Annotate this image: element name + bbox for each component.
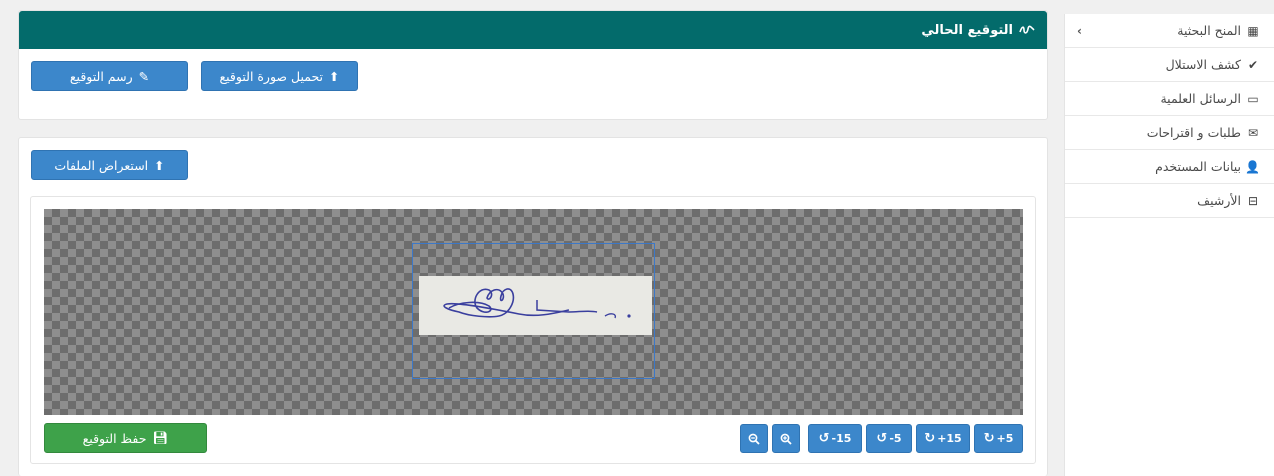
rotate-left-5-button[interactable]: ↺ -5 xyxy=(866,424,912,453)
crop-selection-box[interactable] xyxy=(412,243,655,379)
signature-icon xyxy=(1019,25,1035,34)
button-label: -15 xyxy=(831,432,852,445)
panel-header: التوقيع الحالي xyxy=(19,11,1047,49)
user-cog-icon: 👤 xyxy=(1245,159,1260,174)
draw-signature-button[interactable]: ✎ رسم التوقيع xyxy=(31,61,188,91)
rotate-right-icon: ↻ xyxy=(924,431,936,446)
button-label: رسم التوقيع xyxy=(69,68,133,84)
button-label: تحميل صورة التوقيع xyxy=(219,68,324,84)
book-icon: ▭ xyxy=(1247,91,1259,106)
button-label: +15 xyxy=(937,432,962,445)
rotate-left-15-button[interactable]: ↺ -15 xyxy=(808,424,862,453)
upload-signature-button[interactable]: ⬆ تحميل صورة التوقيع xyxy=(201,61,358,91)
rotate-right-icon: ↻ xyxy=(983,431,995,446)
save-icon: 💾︎ xyxy=(152,430,169,445)
rotate-right-5-button[interactable]: ↻ +5 xyxy=(974,424,1023,453)
sidebar-item-research-grants[interactable]: ‹ ▦ المنح البحثية xyxy=(1065,14,1274,48)
envelope-icon: ✉ xyxy=(1247,125,1259,140)
sidebar-item-theses[interactable]: ▭ الرسائل العلمية xyxy=(1065,82,1274,116)
sidebar-item-label: الرسائل العلمية xyxy=(1160,91,1241,106)
sidebar-item-user-data[interactable]: 👤 بيانات المستخدم xyxy=(1065,150,1274,184)
button-label: استعراض الملفات xyxy=(54,157,149,173)
rotate-left-icon: ↺ xyxy=(876,431,888,446)
grid-icon: ▦ xyxy=(1247,23,1259,38)
sidebar: ‹ ▦ المنح البحثية ✔ كشف الاستلال ▭ الرسائل … xyxy=(1064,14,1274,476)
sidebar-item-label: طلبات و اقتراحات xyxy=(1146,125,1241,140)
zoom-out-icon xyxy=(748,433,760,445)
archive-icon: ⊟ xyxy=(1247,193,1259,208)
paint-brush-icon: ✎ xyxy=(138,68,150,84)
button-label: +5 xyxy=(996,432,1014,445)
sidebar-item-plagiarism[interactable]: ✔ كشف الاستلال xyxy=(1065,48,1274,82)
upload-icon: ⬆ xyxy=(154,157,165,173)
rotate-right-15-button[interactable]: ↻ +15 xyxy=(916,424,970,453)
save-signature-button[interactable]: 💾︎ حفظ التوقيع xyxy=(44,423,207,453)
panel-title: التوقيع الحالي xyxy=(921,22,1013,38)
check-double-icon: ✔ xyxy=(1247,57,1259,72)
chevron-left-icon[interactable]: ‹ xyxy=(1077,24,1082,38)
zoom-in-icon xyxy=(780,433,792,445)
sidebar-item-label: كشف الاستلال xyxy=(1165,57,1241,72)
rotate-left-icon: ↺ xyxy=(818,431,830,446)
sidebar-item-label: بيانات المستخدم xyxy=(1155,159,1241,174)
zoom-out-button[interactable] xyxy=(740,424,768,453)
sidebar-item-requests[interactable]: ✉ طلبات و اقتراحات xyxy=(1065,116,1274,150)
sidebar-item-archive[interactable]: ⊟ الأرشيف xyxy=(1065,184,1274,218)
upload-icon: ⬆ xyxy=(329,68,340,84)
button-label: حفظ التوقيع xyxy=(82,430,147,446)
sidebar-item-label: المنح البحثية xyxy=(1177,23,1241,38)
zoom-in-button[interactable] xyxy=(772,424,800,453)
button-label: -5 xyxy=(889,432,902,445)
sidebar-item-label: الأرشيف xyxy=(1197,193,1241,208)
browse-files-button[interactable]: ⬆ استعراض الملفات xyxy=(31,150,188,180)
